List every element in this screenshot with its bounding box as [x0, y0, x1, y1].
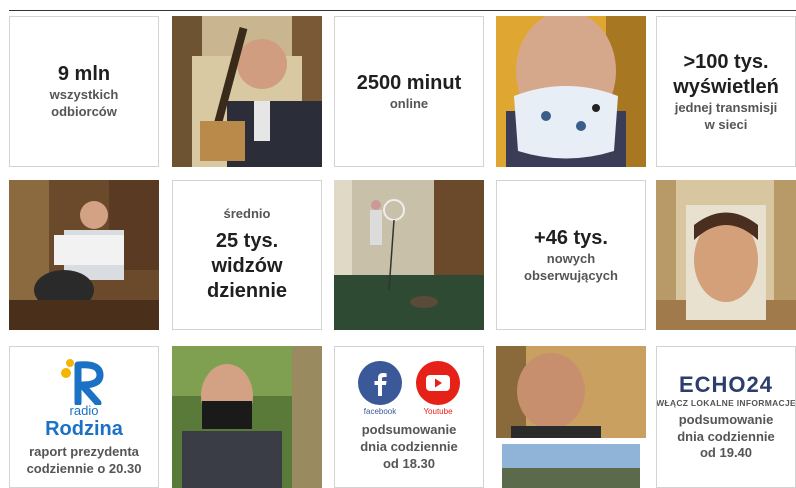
- stat-caption: od 19.40: [699, 445, 753, 461]
- echo24-brand: ECHO24: [678, 371, 774, 397]
- youtube-label: Youtube: [423, 407, 453, 417]
- stat-value: dziennie: [206, 279, 287, 302]
- photo-man-with-black-mask: [172, 346, 322, 488]
- stat-tile-audience: 9 mln wszystkich odbiorców: [9, 16, 159, 167]
- radio-rodzina-r-icon: [61, 358, 104, 405]
- stat-caption: online: [389, 95, 429, 111]
- photo-man-with-guitar: [172, 16, 322, 167]
- stat-caption: średnio: [223, 206, 271, 222]
- stat-caption: podsumowanie: [678, 411, 774, 427]
- stat-caption: dnia codziennie: [677, 428, 775, 444]
- facebook-icon: [358, 361, 402, 406]
- stat-caption: codziennie o 20.30: [26, 460, 142, 476]
- facebook-label: facebook: [363, 407, 397, 417]
- stat-value: 9 mln: [57, 63, 111, 86]
- stat-caption: odbiorców: [51, 104, 117, 119]
- youtube-link[interactable]: Youtube: [416, 361, 460, 416]
- echo24-logo: ECHO24: [679, 372, 773, 398]
- stat-caption: nowych: [546, 250, 596, 266]
- stat-caption: raport prezydenta: [29, 443, 139, 459]
- stat-caption: jednej transmisji: [674, 99, 778, 115]
- stat-value: 2500 minut: [356, 71, 462, 94]
- tile-radio-rodzina: radio Rodzina raport prezydenta codzienn…: [9, 346, 159, 488]
- stat-tile-views: >100 tys. wyświetleń jednej transmisji w…: [656, 16, 796, 167]
- stat-caption: w sieci: [704, 116, 748, 132]
- social-icons-row: facebook Youtube: [358, 361, 460, 416]
- stat-caption: od 18.30: [382, 455, 436, 471]
- stat-tile-minutes: 2500 minut online: [334, 16, 484, 167]
- stat-value: wyświetleń: [673, 75, 779, 98]
- radio-word: radio: [69, 402, 99, 418]
- stat-caption: podsumowanie: [361, 422, 457, 438]
- stat-tile-followers: +46 tys. nowych obserwujących: [496, 180, 646, 330]
- stat-value: widzów: [211, 254, 283, 277]
- photo-face-shield: [656, 180, 796, 330]
- radio-rodzina-logo: radio Rodzina: [45, 357, 123, 440]
- top-divider-line: [9, 10, 796, 11]
- photo-man-with-mask: [496, 16, 646, 167]
- tile-social-media: facebook Youtube podsumowanie dnia codzi…: [334, 346, 484, 488]
- stat-caption: obserwujących: [524, 267, 618, 283]
- stat-caption: wszystkich: [49, 87, 119, 103]
- radio-brand-name: Rodzina: [45, 417, 123, 440]
- stat-value: 25 tys.: [215, 229, 279, 252]
- stat-value: >100 tys.: [683, 50, 769, 73]
- stat-value: +46 tys.: [534, 226, 608, 249]
- photo-man-with-cat-sign: [9, 180, 159, 330]
- facebook-link[interactable]: facebook: [358, 361, 402, 416]
- youtube-icon: [416, 361, 460, 406]
- photo-man-with-ring-light: [334, 180, 484, 330]
- stat-tile-daily-viewers: średnio 25 tys. widzów dziennie: [172, 180, 322, 330]
- echo24-tagline: WŁĄCZ LOKALNE INFORMACJE: [656, 397, 796, 408]
- tile-echo24: ECHO24 WŁĄCZ LOKALNE INFORMACJE podsumow…: [656, 346, 796, 488]
- stat-caption: dnia codziennie: [360, 439, 458, 455]
- photo-man-with-picture: [496, 346, 646, 488]
